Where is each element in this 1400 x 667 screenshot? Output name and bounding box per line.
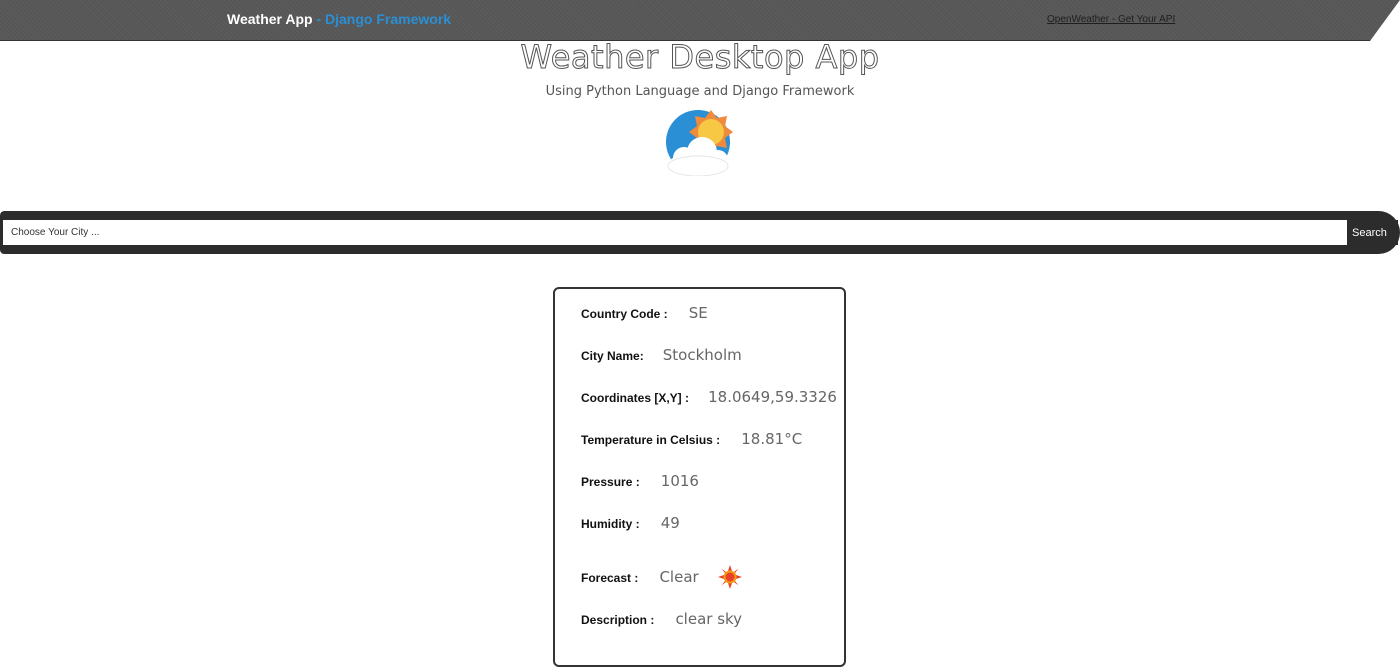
navbar: Weather App - Django Framework OpenWeath… bbox=[0, 0, 1400, 41]
temperature-value: 18.81°C bbox=[741, 430, 803, 448]
humidity-row: Humidity : 49 bbox=[581, 513, 680, 532]
country-code-row: Country Code : SE bbox=[581, 303, 708, 322]
humidity-value: 49 bbox=[660, 514, 680, 532]
navbar-brand[interactable]: Weather App - Django Framework bbox=[227, 11, 451, 27]
brand-name[interactable]: Weather App bbox=[227, 11, 313, 27]
temperature-label: Temperature in Celsius : bbox=[581, 433, 721, 447]
coordinates-value: 18.0649,59.3326 bbox=[708, 388, 837, 406]
city-name-value: Stockholm bbox=[662, 346, 742, 364]
search-bar: Search bbox=[0, 211, 1400, 254]
sun-cloud-icon bbox=[666, 110, 733, 176]
openweather-api-link[interactable]: OpenWeather - Get Your API bbox=[1047, 14, 1175, 25]
pressure-row: Pressure : 1016 bbox=[581, 471, 699, 490]
country-code-label: Country Code : bbox=[581, 307, 668, 321]
pressure-label: Pressure : bbox=[581, 475, 640, 489]
page-title: Weather Desktop App bbox=[520, 38, 880, 77]
country-code-value: SE bbox=[688, 304, 708, 322]
description-value: clear sky bbox=[675, 610, 743, 628]
temperature-row: Temperature in Celsius : 18.81°C bbox=[581, 429, 802, 448]
city-name-row: City Name: Stockholm bbox=[581, 345, 742, 364]
pressure-value: 1016 bbox=[660, 472, 699, 490]
city-name-label: City Name: bbox=[581, 349, 644, 363]
sun-icon bbox=[717, 565, 742, 589]
humidity-label: Humidity : bbox=[581, 517, 640, 531]
forecast-label: Forecast : bbox=[581, 570, 639, 585]
coordinates-label: Coordinates [X,Y] : bbox=[581, 391, 690, 405]
description-label: Description : bbox=[581, 613, 655, 627]
brand-framework[interactable]: - Django Framework bbox=[316, 11, 451, 27]
weather-card: Country Code : SE City Name: Stockholm C… bbox=[553, 287, 846, 667]
description-row: Description : clear sky bbox=[581, 609, 742, 628]
forecast-row: Forecast : Clear bbox=[581, 565, 742, 589]
city-search-input[interactable] bbox=[3, 220, 1347, 245]
coordinates-row: Coordinates [X,Y] : 18.0649,59.3326 bbox=[581, 387, 837, 406]
forecast-value: Clear bbox=[659, 567, 699, 586]
search-button[interactable]: Search bbox=[1352, 220, 1398, 245]
page-subtitle: Using Python Language and Django Framewo… bbox=[545, 84, 855, 99]
